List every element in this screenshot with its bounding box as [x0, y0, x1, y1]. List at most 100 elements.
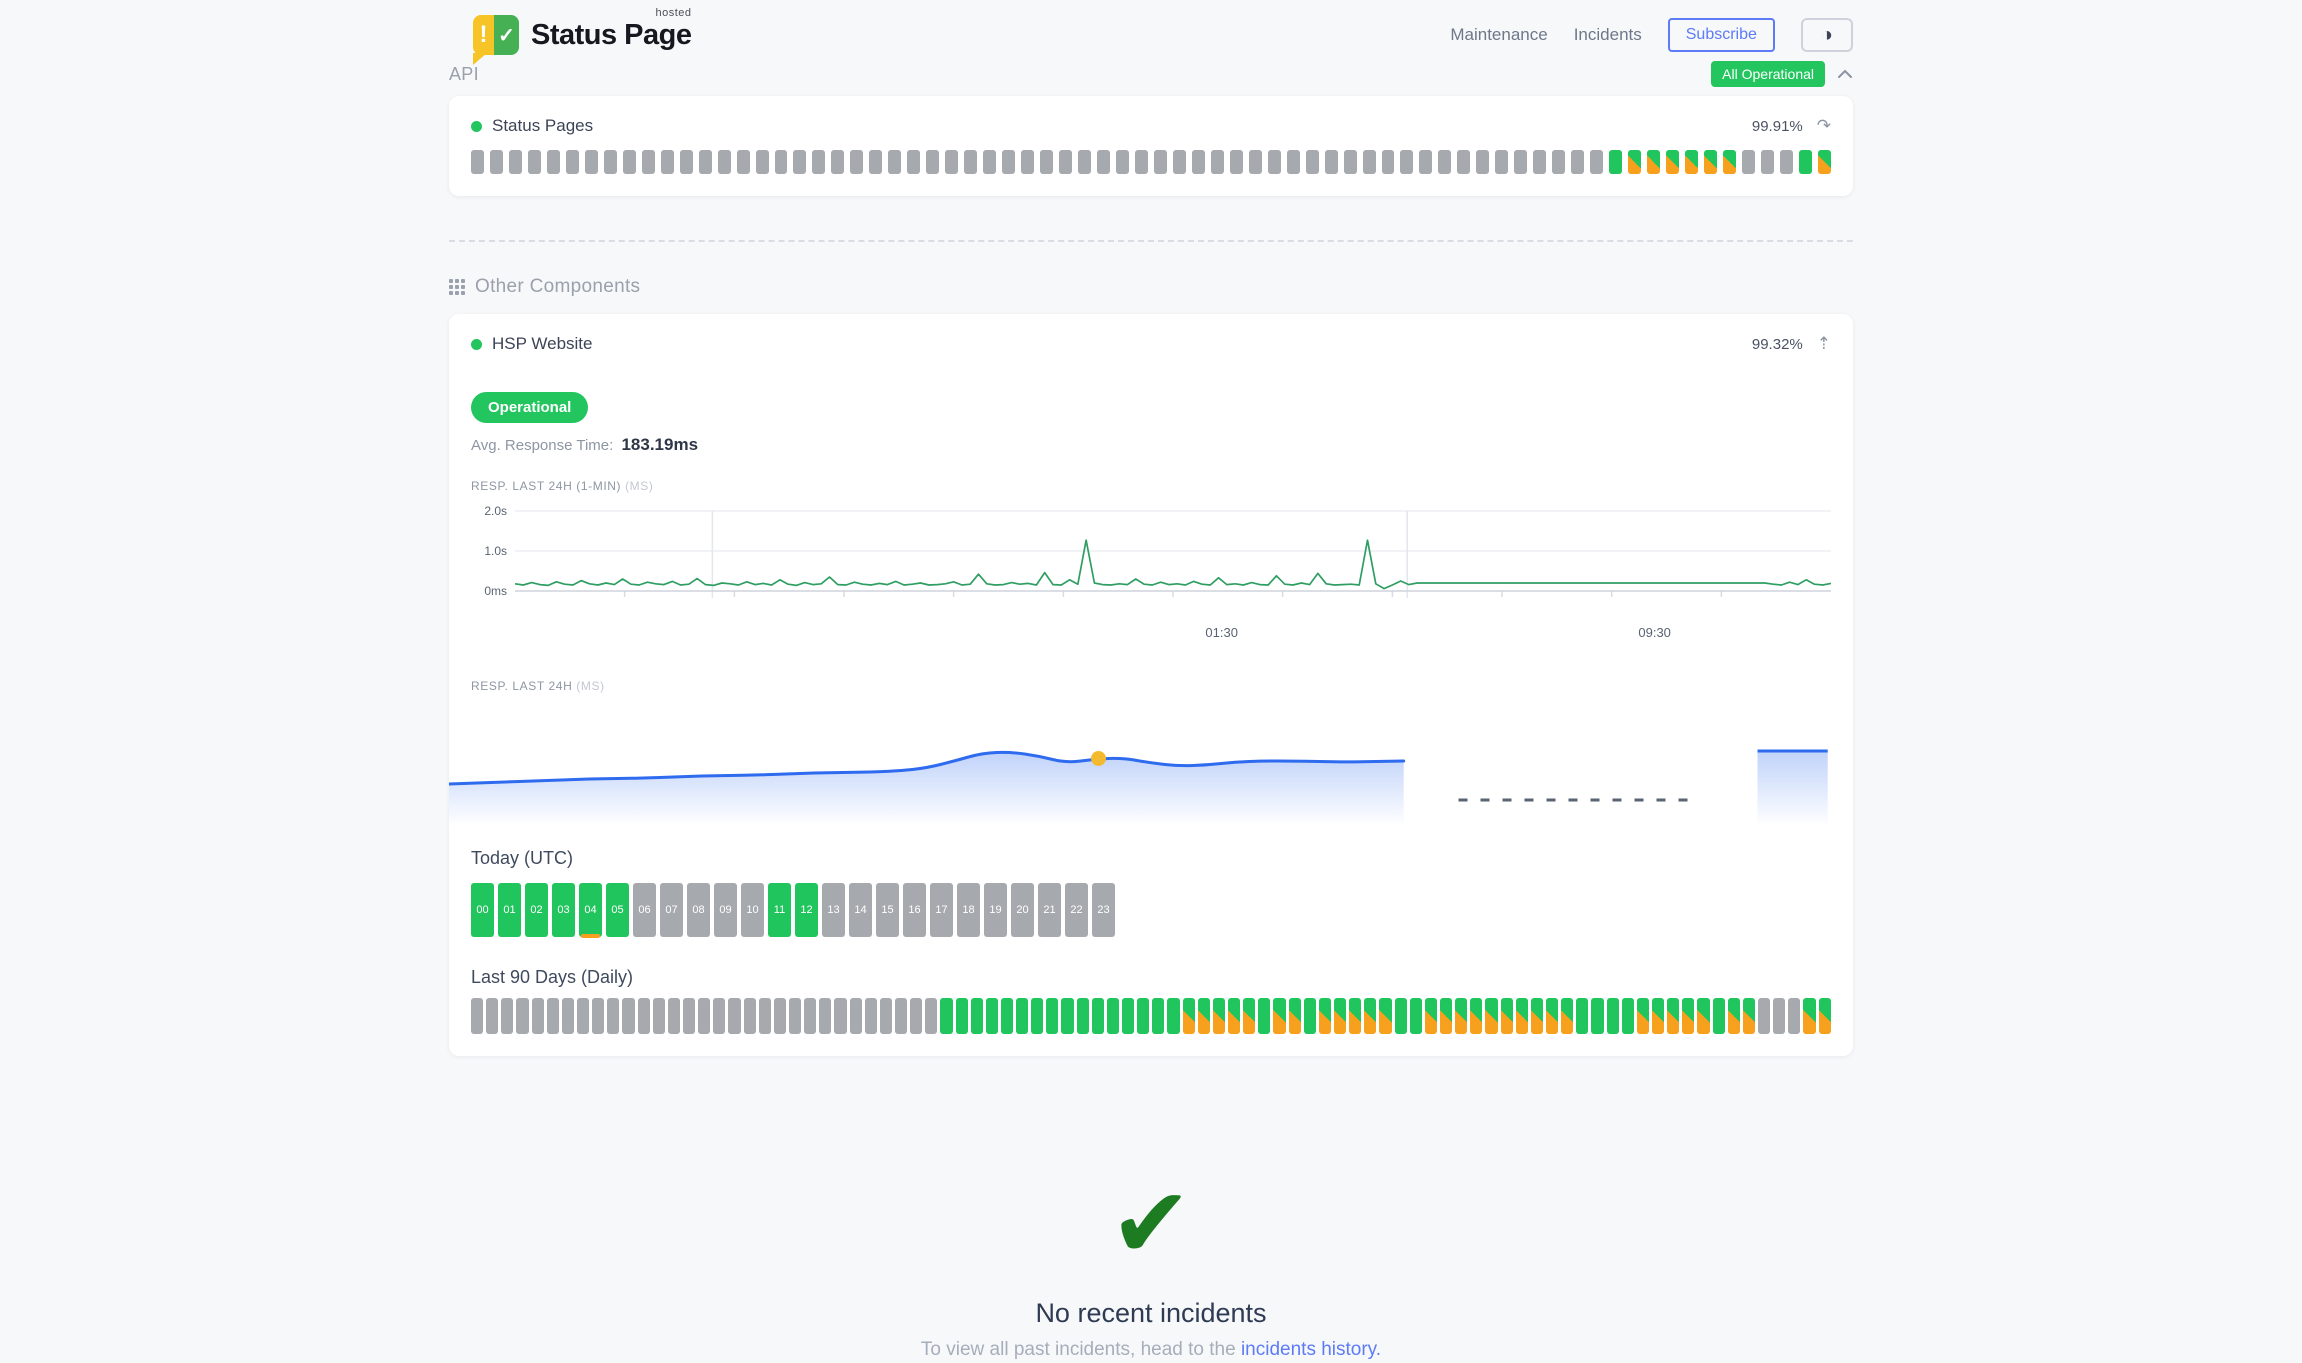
- day-bar[interactable]: [1122, 998, 1134, 1034]
- hour-box[interactable]: 06: [633, 883, 656, 937]
- day-bar[interactable]: [1334, 998, 1346, 1034]
- day-bar[interactable]: [1001, 998, 1013, 1034]
- hour-box[interactable]: 10: [741, 883, 764, 937]
- day-bar[interactable]: [1152, 998, 1164, 1034]
- day-bar[interactable]: [1107, 998, 1119, 1034]
- day-bar[interactable]: [1516, 998, 1528, 1034]
- uptime-bar[interactable]: [490, 150, 503, 174]
- day-bar[interactable]: [1743, 998, 1755, 1034]
- uptime-bar[interactable]: [1647, 150, 1660, 174]
- hour-box[interactable]: 01: [498, 883, 521, 937]
- uptime-bar[interactable]: [509, 150, 522, 174]
- collapse-up-icon[interactable]: ⇡: [1817, 334, 1831, 354]
- day-bar[interactable]: [1591, 998, 1603, 1034]
- day-bar[interactable]: [1758, 998, 1770, 1034]
- day-bar[interactable]: [1364, 998, 1376, 1034]
- chart-marker-dot[interactable]: [1091, 751, 1106, 766]
- uptime-bar[interactable]: [945, 150, 958, 174]
- day-bar[interactable]: [1501, 998, 1513, 1034]
- day-bar[interactable]: [1607, 998, 1619, 1034]
- uptime-bar[interactable]: [1059, 150, 1072, 174]
- uptime-bar[interactable]: [1799, 150, 1812, 174]
- hour-box[interactable]: 03: [552, 883, 575, 937]
- hour-box[interactable]: 22: [1065, 883, 1088, 937]
- day-bar[interactable]: [1258, 998, 1270, 1034]
- uptime-bar[interactable]: [1514, 150, 1527, 174]
- uptime-bar[interactable]: [1761, 150, 1774, 174]
- incidents-history-link[interactable]: incidents history.: [1241, 1339, 1381, 1360]
- hour-box[interactable]: 21: [1038, 883, 1061, 937]
- uptime-bar[interactable]: [1818, 150, 1831, 174]
- uptime-bar[interactable]: [1628, 150, 1641, 174]
- hour-box[interactable]: 02: [525, 883, 548, 937]
- uptime-bar[interactable]: [1723, 150, 1736, 174]
- day-bar[interactable]: [1576, 998, 1588, 1034]
- uptime-bar[interactable]: [642, 150, 655, 174]
- uptime-bar[interactable]: [775, 150, 788, 174]
- uptime-bar[interactable]: [1268, 150, 1281, 174]
- day-bar[interactable]: [547, 998, 559, 1034]
- day-bar[interactable]: [1410, 998, 1422, 1034]
- uptime-bar[interactable]: [737, 150, 750, 174]
- day-bar[interactable]: [1228, 998, 1240, 1034]
- hour-box[interactable]: 12: [795, 883, 818, 937]
- uptime-bar[interactable]: [1306, 150, 1319, 174]
- day-bar[interactable]: [1183, 998, 1195, 1034]
- hour-box[interactable]: 23: [1092, 883, 1115, 937]
- day-bar[interactable]: [1031, 998, 1043, 1034]
- day-bar[interactable]: [1652, 998, 1664, 1034]
- day-bar[interactable]: [1425, 998, 1437, 1034]
- uptime-bar[interactable]: [1040, 150, 1053, 174]
- hour-box[interactable]: 20: [1011, 883, 1034, 937]
- day-bar[interactable]: [865, 998, 877, 1034]
- day-bar[interactable]: [592, 998, 604, 1034]
- day-bar[interactable]: [1773, 998, 1785, 1034]
- uptime-bar[interactable]: [1173, 150, 1186, 174]
- hour-box[interactable]: 09: [714, 883, 737, 937]
- day-bar[interactable]: [1531, 998, 1543, 1034]
- day-bar[interactable]: [1697, 998, 1709, 1034]
- uptime-bar[interactable]: [1135, 150, 1148, 174]
- day-bar[interactable]: [1561, 998, 1573, 1034]
- day-bar[interactable]: [956, 998, 968, 1034]
- day-bar[interactable]: [1788, 998, 1800, 1034]
- uptime-bar[interactable]: [1078, 150, 1091, 174]
- day-bar[interactable]: [1243, 998, 1255, 1034]
- day-bar[interactable]: [1273, 998, 1285, 1034]
- day-bar[interactable]: [713, 998, 725, 1034]
- hour-box[interactable]: 17: [930, 883, 953, 937]
- day-bar[interactable]: [1016, 998, 1028, 1034]
- day-bar[interactable]: [804, 998, 816, 1034]
- day-bar[interactable]: [486, 998, 498, 1034]
- day-bar[interactable]: [471, 998, 483, 1034]
- uptime-bar[interactable]: [926, 150, 939, 174]
- uptime-bar[interactable]: [1552, 150, 1565, 174]
- theme-toggle-button[interactable]: ◑: [1801, 18, 1853, 52]
- uptime-bar[interactable]: [888, 150, 901, 174]
- uptime-bar[interactable]: [1742, 150, 1755, 174]
- day-bar[interactable]: [1546, 998, 1558, 1034]
- hour-box[interactable]: 00: [471, 883, 494, 937]
- day-bar[interactable]: [1046, 998, 1058, 1034]
- day-bar[interactable]: [1485, 998, 1497, 1034]
- uptime-bar[interactable]: [1116, 150, 1129, 174]
- day-bar[interactable]: [850, 998, 862, 1034]
- uptime-bar[interactable]: [1685, 150, 1698, 174]
- day-bar[interactable]: [1803, 998, 1815, 1034]
- uptime-bar[interactable]: [1419, 150, 1432, 174]
- day-bar[interactable]: [1061, 998, 1073, 1034]
- hour-box[interactable]: 04: [579, 883, 602, 937]
- day-bar[interactable]: [819, 998, 831, 1034]
- uptime-bar[interactable]: [1249, 150, 1262, 174]
- uptime-bar[interactable]: [1325, 150, 1338, 174]
- day-bar[interactable]: [971, 998, 983, 1034]
- day-bar[interactable]: [516, 998, 528, 1034]
- hsp-website-row[interactable]: HSP Website 99.32% ⇡: [471, 334, 1831, 354]
- day-bar[interactable]: [1213, 998, 1225, 1034]
- resp-24h-area-chart[interactable]: [449, 711, 1853, 826]
- day-bar[interactable]: [1713, 998, 1725, 1034]
- uptime-bar[interactable]: [661, 150, 674, 174]
- uptime-bar[interactable]: [1571, 150, 1584, 174]
- uptime-bar[interactable]: [1476, 150, 1489, 174]
- day-bar[interactable]: [759, 998, 771, 1034]
